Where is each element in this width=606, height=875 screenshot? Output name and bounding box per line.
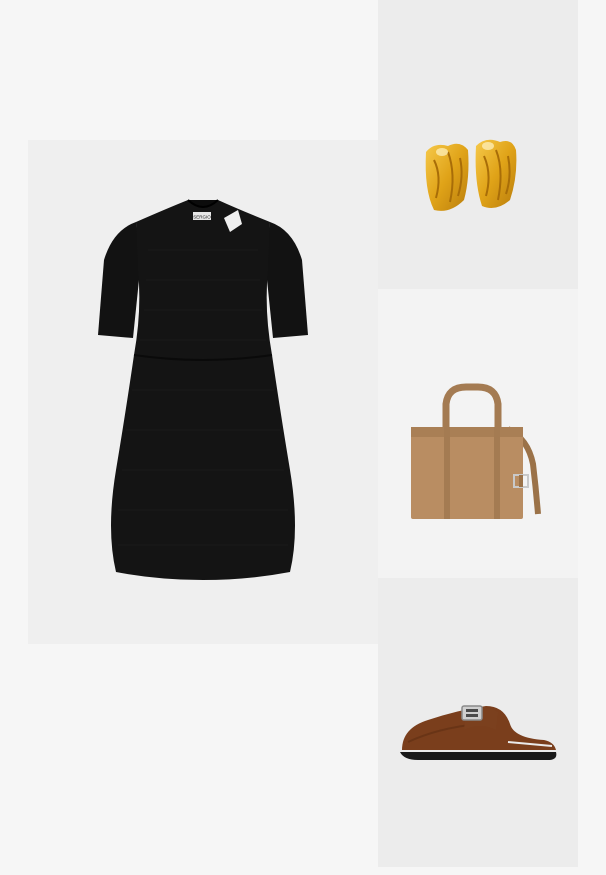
black-knit-dress-image: SERGIO [98,199,308,580]
svg-text:SERGIO: SERGIO [193,215,211,220]
tan-tote-bag-image [411,383,541,519]
shoe-product-tile[interactable] [378,578,578,867]
gold-earrings-image [425,139,517,211]
brown-suede-mule-image [400,705,557,760]
bag-product-tile[interactable] [378,289,578,578]
earrings-product-tile[interactable] [378,0,578,289]
dress-product-tile[interactable]: SERGIO [28,140,378,644]
